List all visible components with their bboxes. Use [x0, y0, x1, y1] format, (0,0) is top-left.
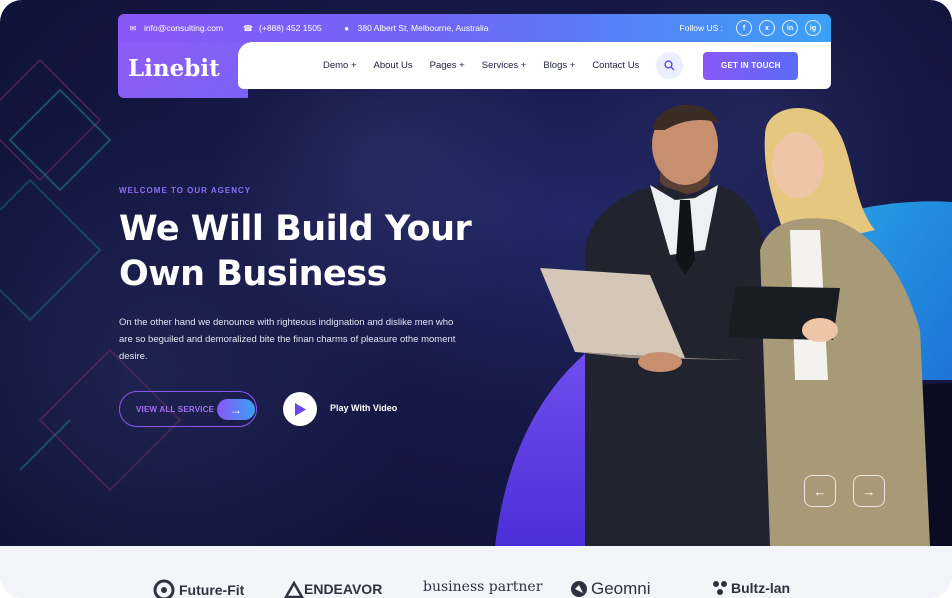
partner-logo-bultz-lan: Bultz-lan	[711, 579, 790, 597]
play-video-label[interactable]: Play With Video	[330, 403, 397, 413]
geomni-mark-icon	[571, 581, 587, 597]
hero-headline: We Will Build Your Own Business	[119, 207, 499, 297]
partner-name: Bultz-lan	[731, 580, 791, 596]
nav-item-contact[interactable]: Contact Us	[592, 60, 639, 71]
location-pin-icon: ●	[344, 23, 350, 33]
phone-icon: ☎	[243, 23, 254, 33]
partner-name: Geomni	[591, 579, 651, 598]
partner-logo-geomni: Geomni	[569, 579, 651, 598]
instagram-icon[interactable]: ig	[805, 20, 821, 36]
mail-icon: ✉	[129, 23, 137, 33]
partner-logo-future-fit: Future-Fit	[153, 579, 244, 598]
x-twitter-icon[interactable]: x	[759, 20, 775, 36]
view-all-service-button[interactable]: VIEW ALL SERVICE →	[119, 391, 257, 427]
topbar: ✉ info@consulting.com ☎ (+888) 452 1505 …	[118, 14, 831, 42]
nav-item-blogs[interactable]: Blogs +	[543, 60, 575, 71]
play-video-button[interactable]	[283, 392, 317, 426]
arrow-right-icon: →	[217, 399, 255, 420]
hero-headline-line2: Own Business	[119, 254, 387, 294]
topbar-phone-text: (+888) 452 1505	[259, 23, 322, 33]
partner-name: ENDEAVOR	[304, 581, 383, 597]
nav-item-demo[interactable]: Demo +	[323, 60, 357, 71]
nav-item-pages[interactable]: Pages +	[430, 60, 465, 71]
hero-headline-line1: We Will Build Your	[119, 209, 472, 249]
nav-item-about[interactable]: About Us	[374, 60, 413, 71]
prev-slide-button[interactable]: ←	[804, 475, 836, 507]
topbar-address-text: 380 Albert St, Melbourne, Australia	[357, 23, 489, 33]
partner-name: Future-Fit	[179, 582, 245, 598]
search-button[interactable]	[656, 52, 684, 79]
main-nav: Demo + About Us Pages + Services + Blogs…	[238, 42, 831, 89]
hero-description: On the other hand we denounce with right…	[119, 317, 456, 362]
arrow-right-icon: →	[862, 483, 876, 499]
future-fit-mark-icon	[153, 579, 175, 598]
hero-eyebrow: WELCOME TO OUR AGENCY	[119, 186, 252, 195]
view-all-service-label: VIEW ALL SERVICE	[136, 404, 215, 414]
topbar-email-text: info@consulting.com	[144, 23, 224, 33]
get-in-touch-button[interactable]: GET IN TOUCH	[703, 51, 799, 80]
partner-logos-strip: Future-Fit ENDEAVOR business partner Geo…	[0, 546, 952, 598]
partner-logo-endeavor: ENDEAVOR	[284, 579, 382, 598]
topbar-email[interactable]: ✉ info@consulting.com	[128, 23, 223, 33]
search-icon	[664, 60, 675, 71]
next-slide-button[interactable]: →	[853, 475, 885, 507]
play-icon	[295, 402, 306, 416]
partner-name: business partner	[423, 579, 543, 595]
topbar-address: ● 380 Albert St, Melbourne, Australia	[342, 23, 489, 33]
page-frame: WELCOME TO OUR AGENCY We Will Build Your…	[0, 0, 952, 598]
bultz-lan-mark-icon	[713, 581, 727, 595]
follow-us-label: Follow US :	[679, 23, 723, 33]
site-logo[interactable]: Linebit	[128, 55, 220, 82]
arrow-left-icon: ←	[813, 483, 827, 499]
partner-logo-business-partner: business partner	[423, 579, 542, 595]
facebook-icon[interactable]: f	[736, 20, 752, 36]
linkedin-icon[interactable]: in	[782, 20, 798, 36]
endeavor-mark-icon	[284, 580, 304, 598]
topbar-phone[interactable]: ☎ (+888) 452 1505	[243, 23, 322, 33]
nav-item-services[interactable]: Services +	[482, 60, 527, 71]
